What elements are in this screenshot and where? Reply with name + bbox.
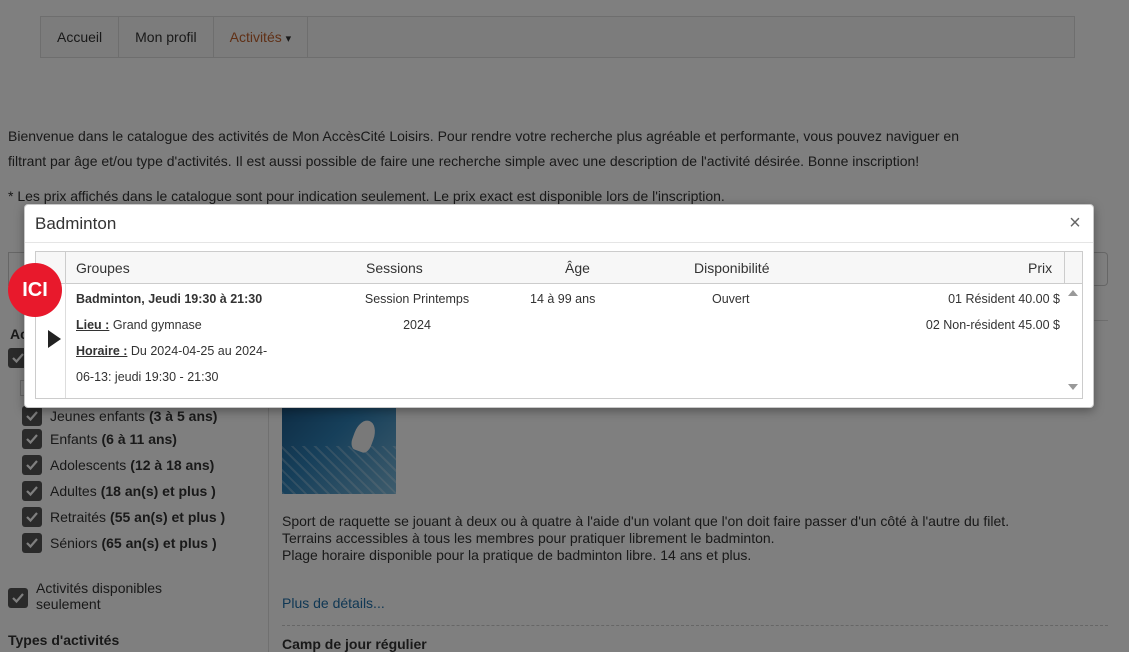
ici-marker-badge: ICI [8, 263, 62, 317]
price-resident: 01 Résident 40.00 $ [948, 292, 1060, 306]
groups-table: Groupes Sessions Âge Disponibilité Prix … [35, 251, 1083, 399]
activity-modal: Badminton × Groupes Sessions Âge Disponi… [24, 204, 1094, 408]
expand-arrow-icon[interactable] [48, 330, 61, 348]
group-lieu: Lieu : Grand gymnase [76, 315, 316, 335]
column-header-groupes[interactable]: Groupes [76, 260, 130, 276]
price-non-resident: 02 Non-résident 45.00 $ [925, 318, 1060, 332]
close-button[interactable]: × [1065, 213, 1085, 233]
modal-title: Badminton [35, 214, 117, 233]
column-header-disponibilite[interactable]: Disponibilité [694, 260, 769, 276]
horaire-value-2: 06-13: jeudi 19:30 - 21:30 [76, 370, 219, 384]
column-header-prix[interactable]: Prix [1028, 260, 1052, 276]
lieu-label: Lieu : [76, 318, 110, 332]
session-line-1: Session Printemps [364, 292, 470, 306]
header-scroll-gutter [1064, 252, 1082, 283]
session-line-2: 2024 [403, 318, 431, 332]
session-cell: Session Printemps 2024 [342, 289, 492, 335]
age-cell: 14 à 99 ans [530, 292, 596, 306]
modal-header: Badminton × [25, 205, 1093, 243]
price-cell: 01 Résident 40.00 $ 02 Non-résident 45.0… [816, 289, 1060, 335]
group-cell: Badminton, Jeudi 19:30 à 21:30 Lieu : Gr… [76, 289, 316, 387]
horaire-label: Horaire : [76, 344, 128, 358]
scroll-up-icon[interactable] [1068, 290, 1078, 296]
lieu-value: Grand gymnase [112, 318, 202, 332]
table-header: Groupes Sessions Âge Disponibilité Prix [36, 252, 1082, 284]
column-header-sessions[interactable]: Sessions [366, 260, 423, 276]
availability-cell: Ouvert [712, 292, 750, 306]
table-scrollbar[interactable] [1064, 284, 1082, 398]
column-header-age[interactable]: Âge [565, 260, 590, 276]
group-horaire: Horaire : Du 2024-04-25 au 2024- [76, 341, 316, 361]
horaire-value-1: Du 2024-04-25 au 2024- [130, 344, 268, 358]
scroll-down-icon[interactable] [1068, 384, 1078, 390]
group-title: Badminton, Jeudi 19:30 à 21:30 [76, 292, 263, 306]
